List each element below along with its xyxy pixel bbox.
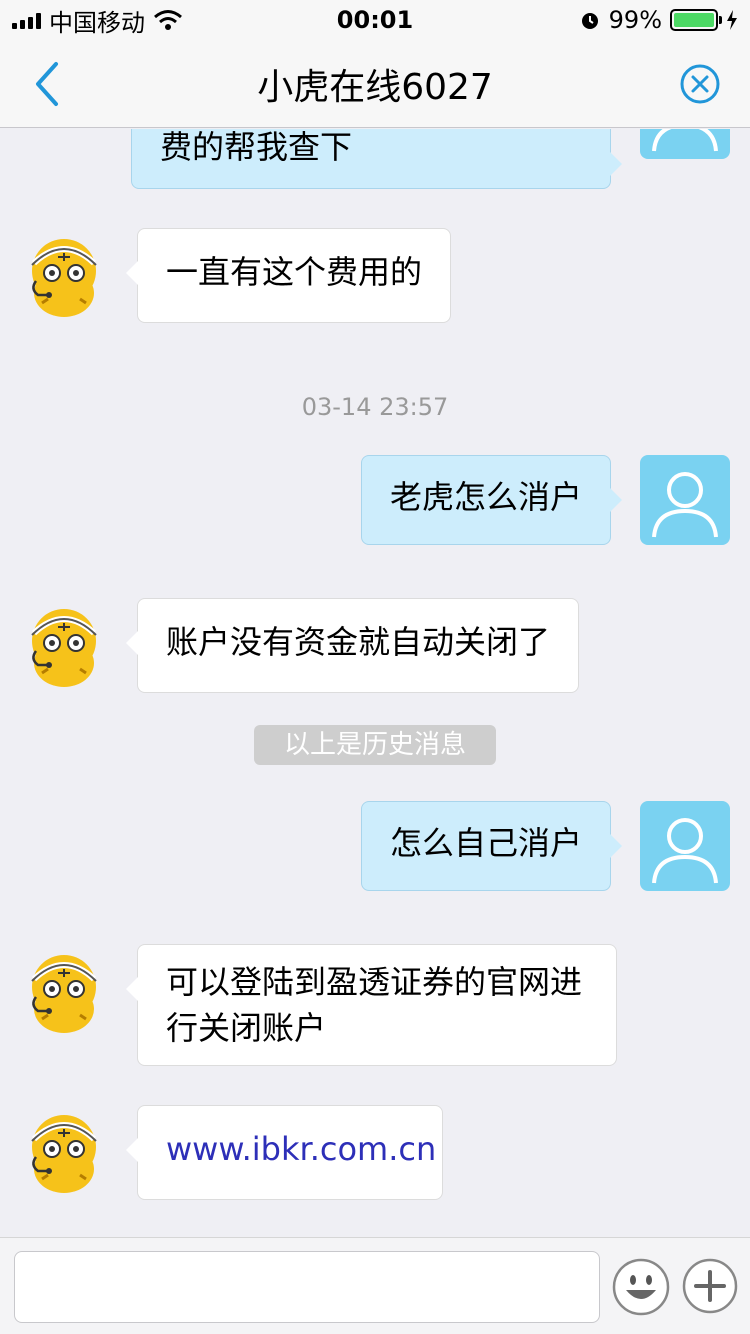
message-text: 账户没有资金就自动关闭了: [166, 623, 551, 661]
smiley-icon[interactable]: [612, 1258, 670, 1316]
my-avatar[interactable]: [640, 801, 730, 891]
battery-icon: [670, 9, 722, 31]
carrier-label: 中国移动: [49, 8, 145, 37]
user-icon: [652, 129, 718, 152]
message-bubble-me[interactable]: 怎么自己消户: [361, 801, 622, 891]
my-avatar[interactable]: [640, 129, 730, 159]
message-text: 怎么自己消户: [390, 824, 583, 862]
message-timestamp: 03-14 23:57: [301, 393, 449, 421]
status-bar: 中国移动 00:01 99%: [0, 0, 750, 40]
message-bubble-me[interactable]: 费的帮我查下: [131, 129, 622, 189]
message-bubble-agent[interactable]: www.ibkr.com.cn: [126, 1105, 443, 1200]
battery-percent: 99%: [608, 6, 662, 34]
plus-icon[interactable]: [682, 1258, 738, 1314]
chevron-left-icon[interactable]: [28, 58, 68, 110]
message-text: 一直有这个费用的: [166, 253, 423, 291]
message-bubble-agent[interactable]: 一直有这个费用的: [125, 228, 452, 323]
message-link[interactable]: www.ibkr.com.cn: [166, 1130, 436, 1168]
my-avatar[interactable]: [640, 455, 730, 545]
status-right: 99%: [579, 6, 738, 34]
user-icon: [652, 472, 718, 538]
alarm-icon: [581, 13, 598, 29]
agent-avatar-tiger-icon[interactable]: [22, 1109, 106, 1193]
chat-area[interactable]: 费的帮我查下 一直有这个费用的 03-14 23:57 老虎怎么消户 账户没有资…: [0, 129, 750, 1237]
message-text-line: 可以登陆到盈透证券的官网进: [166, 963, 583, 1001]
message-bubble-agent[interactable]: 账户没有资金就自动关闭了: [125, 598, 580, 693]
message-bubble-me[interactable]: 老虎怎么消户: [361, 455, 622, 545]
status-left: 中国移动: [12, 3, 183, 38]
input-bar: [0, 1237, 750, 1334]
charging-icon: [727, 10, 737, 30]
message-text: 老虎怎么消户: [390, 478, 583, 516]
history-divider: 以上是历史消息: [254, 725, 496, 765]
close-circle-icon[interactable]: [678, 62, 722, 106]
message-text-line: 行关闭账户: [166, 1009, 327, 1047]
message-bubble-agent[interactable]: 可以登陆到盈透证券的官网进 行关闭账户: [126, 944, 617, 1066]
message-text: 费的帮我查下: [160, 129, 353, 166]
battery-fill: [674, 13, 714, 27]
signal-icon: [12, 11, 41, 29]
message-input[interactable]: [14, 1251, 600, 1323]
agent-avatar-tiger-icon[interactable]: [22, 233, 106, 317]
user-icon: [652, 818, 718, 884]
page-title: 小虎在线6027: [257, 66, 493, 108]
nav-bar: 小虎在线6027: [0, 40, 750, 128]
agent-avatar-tiger-icon[interactable]: [22, 949, 106, 1033]
agent-avatar-tiger-icon[interactable]: [22, 603, 106, 687]
wifi-icon: [154, 10, 182, 30]
